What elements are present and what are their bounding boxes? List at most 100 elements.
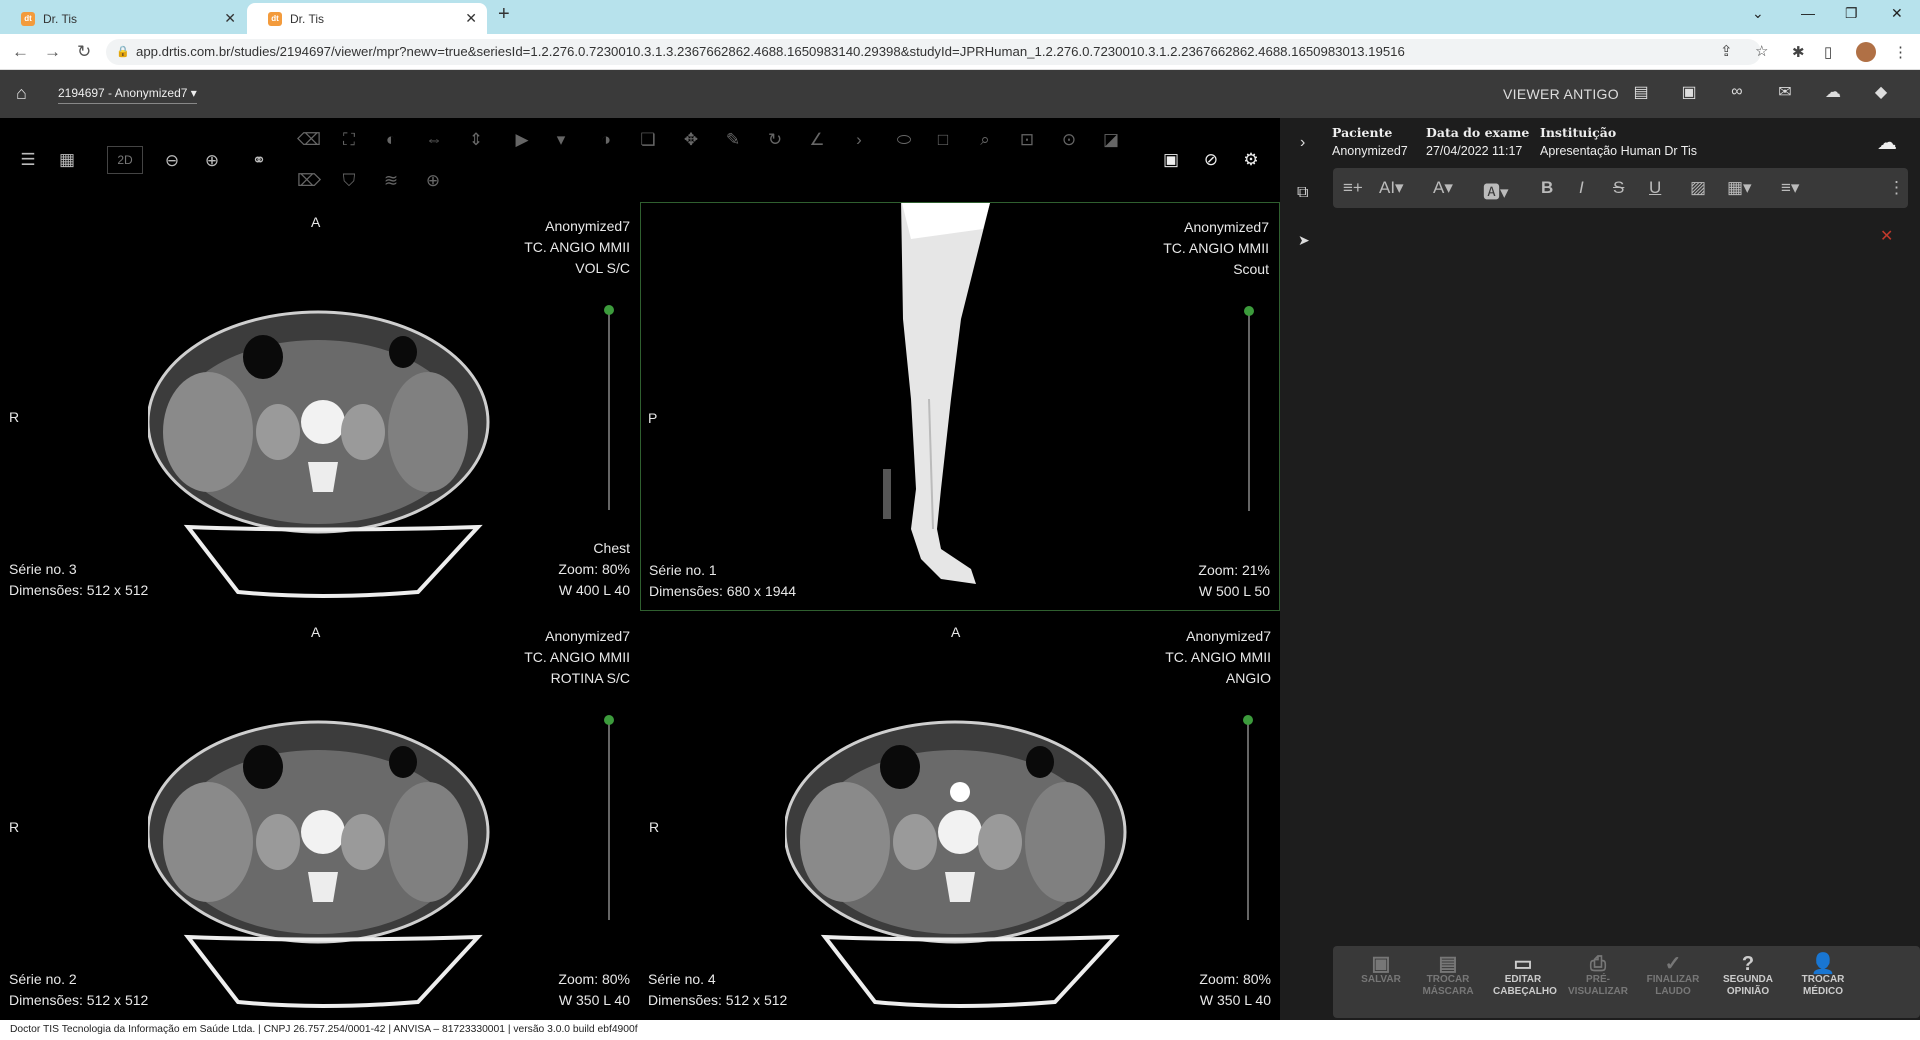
play-icon[interactable]: ▶ [510,128,534,152]
slice-slider[interactable] [604,715,614,920]
forward-icon[interactable]: → [44,42,61,62]
underline-icon[interactable]: U [1649,178,1661,198]
save-report-button[interactable]: ▣ SALVAR [1351,954,1411,986]
edit-header-button[interactable]: ▭ EDITAR CABEÇALHO [1493,954,1557,998]
measure-icon[interactable]: ✎ [721,128,745,152]
home-icon[interactable]: ⌂ [16,83,27,104]
overlay-bottom-left: Série no. 1 Dimensões: 680 x 1944 [649,560,796,602]
more-options-icon[interactable]: ⋮ [1888,178,1905,198]
close-icon[interactable]: ✕ [224,10,236,27]
slice-slider[interactable] [1243,715,1253,920]
url-input[interactable]: 🔒 app.drtis.com.br/studies/2194697/viewe… [106,39,1761,65]
slice-slider[interactable] [1244,306,1254,511]
close-icon[interactable]: ✕ [465,10,477,27]
microphone-off-icon[interactable]: ✕ [1880,226,1893,246]
label-tag-icon[interactable]: ◆ [1870,83,1892,101]
patient-card-icon[interactable]: ▤ [1630,83,1652,101]
angle-icon[interactable]: ∠ [805,128,829,152]
avatar[interactable] [1856,42,1876,62]
pan-icon[interactable]: ✥ [679,128,703,152]
slider-knob[interactable] [604,305,614,315]
image-icon[interactable]: ▨ [1690,178,1706,198]
browser-tab-2[interactable]: dt Dr. Tis ✕ [247,3,487,34]
rectangle-roi-icon[interactable]: □ [931,128,955,152]
viewport-4[interactable]: A R Anonymized7 TC. ANGIO MMII ANGIO Sér… [640,612,1280,1020]
window-level: W 350 L 40 [558,992,630,1008]
button-label: SEGUNDA [1722,974,1773,985]
mode-2d-button[interactable]: 2D [107,146,143,174]
finalize-report-button[interactable]: ✓ FINALIZAR LAUDO [1643,954,1703,998]
browser-tab-1[interactable]: dt Dr. Tis ✕ [0,3,246,34]
curves-icon[interactable]: ≋ [379,169,403,193]
share-icon[interactable]: ⇪ [1720,42,1733,60]
second-opinion-button[interactable]: ? SEGUNDA OPINIÃO [1718,954,1778,998]
shield-icon[interactable]: ⛉ [337,169,361,193]
italic-icon[interactable]: I [1579,178,1584,198]
attachment-icon[interactable]: ∞ [1726,83,1748,101]
invert-icon[interactable]: ◐ [379,128,403,152]
rotate-icon[interactable]: ↻ [763,128,787,152]
change-doctor-button[interactable]: 👤 TROCAR MÉDICO [1793,954,1853,998]
insert-text-icon[interactable]: ≡+ [1343,178,1363,198]
table-icon[interactable]: ▦▾ [1727,178,1752,198]
gear-icon[interactable]: ⚙ [1239,148,1263,172]
strikethrough-icon[interactable]: S [1613,178,1624,198]
viewer-antigo-button[interactable]: VIEWER ANTIGO [1503,86,1619,102]
tag-icon[interactable]: ➤ [1298,232,1310,249]
fit-icon[interactable]: ⛶ [337,128,361,152]
slider-knob[interactable] [1244,306,1254,316]
hide-overlay-icon[interactable]: ⊘ [1199,148,1223,172]
menu-icon[interactable]: ☰ [16,148,40,172]
flip-icon[interactable]: ⇔ [422,128,446,152]
cloud-download-icon[interactable]: ☁ [1822,83,1844,101]
bold-icon[interactable]: B [1541,178,1553,198]
window-close-icon[interactable]: ✕ [1891,5,1903,22]
chevron-right-icon[interactable]: › [1300,134,1305,152]
highlight-color-icon[interactable]: 🅰▾ [1483,178,1509,203]
arrow-icon[interactable]: › [847,128,871,152]
scroll-down-icon[interactable]: ⊕ [200,149,224,173]
align-icon[interactable]: ≡▾ [1781,178,1799,198]
layout-grid-icon[interactable]: ▦ [55,148,79,172]
font-color-icon[interactable]: A▾ [1433,178,1453,198]
minimize-icon[interactable]: — [1801,5,1815,21]
overlay-bottom-right: Zoom: 80% W 350 L 40 [558,969,630,1011]
trash-icon[interactable]: ⌫ [297,128,321,152]
restore-icon[interactable]: ❐ [1845,5,1858,22]
crosshair-icon[interactable]: ⊕ [421,169,445,193]
change-mask-button[interactable]: ▤ TROCAR MÁSCARA [1418,954,1478,998]
save-icon[interactable]: ▣ [1159,148,1183,172]
mail-icon[interactable]: ✉ [1774,83,1796,101]
copy-icon[interactable]: ❏ [636,128,660,152]
study-dropdown[interactable]: 2194697 - Anonymized7 ▾ [58,86,197,104]
window-level-icon[interactable]: ◪ [1099,128,1123,152]
preview-button[interactable]: ⎙ PRÉ- VISUALIZAR [1568,954,1628,998]
scroll-up-icon[interactable]: ⊖ [160,149,184,173]
slider-knob[interactable] [1243,715,1253,725]
menu-kebab-icon[interactable]: ⋮ [1893,43,1908,61]
zoom-box-icon[interactable]: ⊡ [1015,128,1039,152]
viewport-1[interactable]: A R Anonymized7 TC. ANGIO MMII VOL S/C S… [0,202,640,611]
font-size-icon[interactable]: AI▾ [1379,178,1404,198]
bookmark-star-icon[interactable]: ☆ [1755,42,1768,60]
viewport-2[interactable]: P Anonymized7 TC. ANGIO MMII Scout Série… [640,202,1280,611]
tab-search-icon[interactable]: ⌄ [1752,5,1764,22]
external-link-icon[interactable]: ⧉ [1297,184,1308,202]
probe-icon[interactable]: ⊙ [1057,128,1081,152]
reload-icon[interactable]: ↻ [77,42,91,62]
magnify-icon[interactable]: ⌕ [973,128,997,152]
clear-icon[interactable]: ⌦ [297,169,321,193]
slider-knob[interactable] [604,715,614,725]
side-panel-icon[interactable]: ▯ [1824,43,1832,61]
viewport-3[interactable]: A R Anonymized7 TC. ANGIO MMII ROTINA S/… [0,612,640,1020]
back-icon[interactable]: ← [12,42,29,62]
flip-vertical-icon[interactable]: ⇕ [464,128,488,152]
link-series-icon[interactable]: ⚭ [247,149,271,173]
play-options-icon[interactable]: ▾ [549,128,573,152]
new-tab-icon[interactable]: + [498,3,510,26]
extensions-icon[interactable]: ✱ [1792,43,1805,61]
clipboard-icon[interactable]: ▣ [1678,83,1700,101]
contrast-icon[interactable]: ◑ [594,128,618,152]
ellipse-roi-icon[interactable]: ⬭ [889,128,919,152]
slice-slider[interactable] [604,305,614,510]
